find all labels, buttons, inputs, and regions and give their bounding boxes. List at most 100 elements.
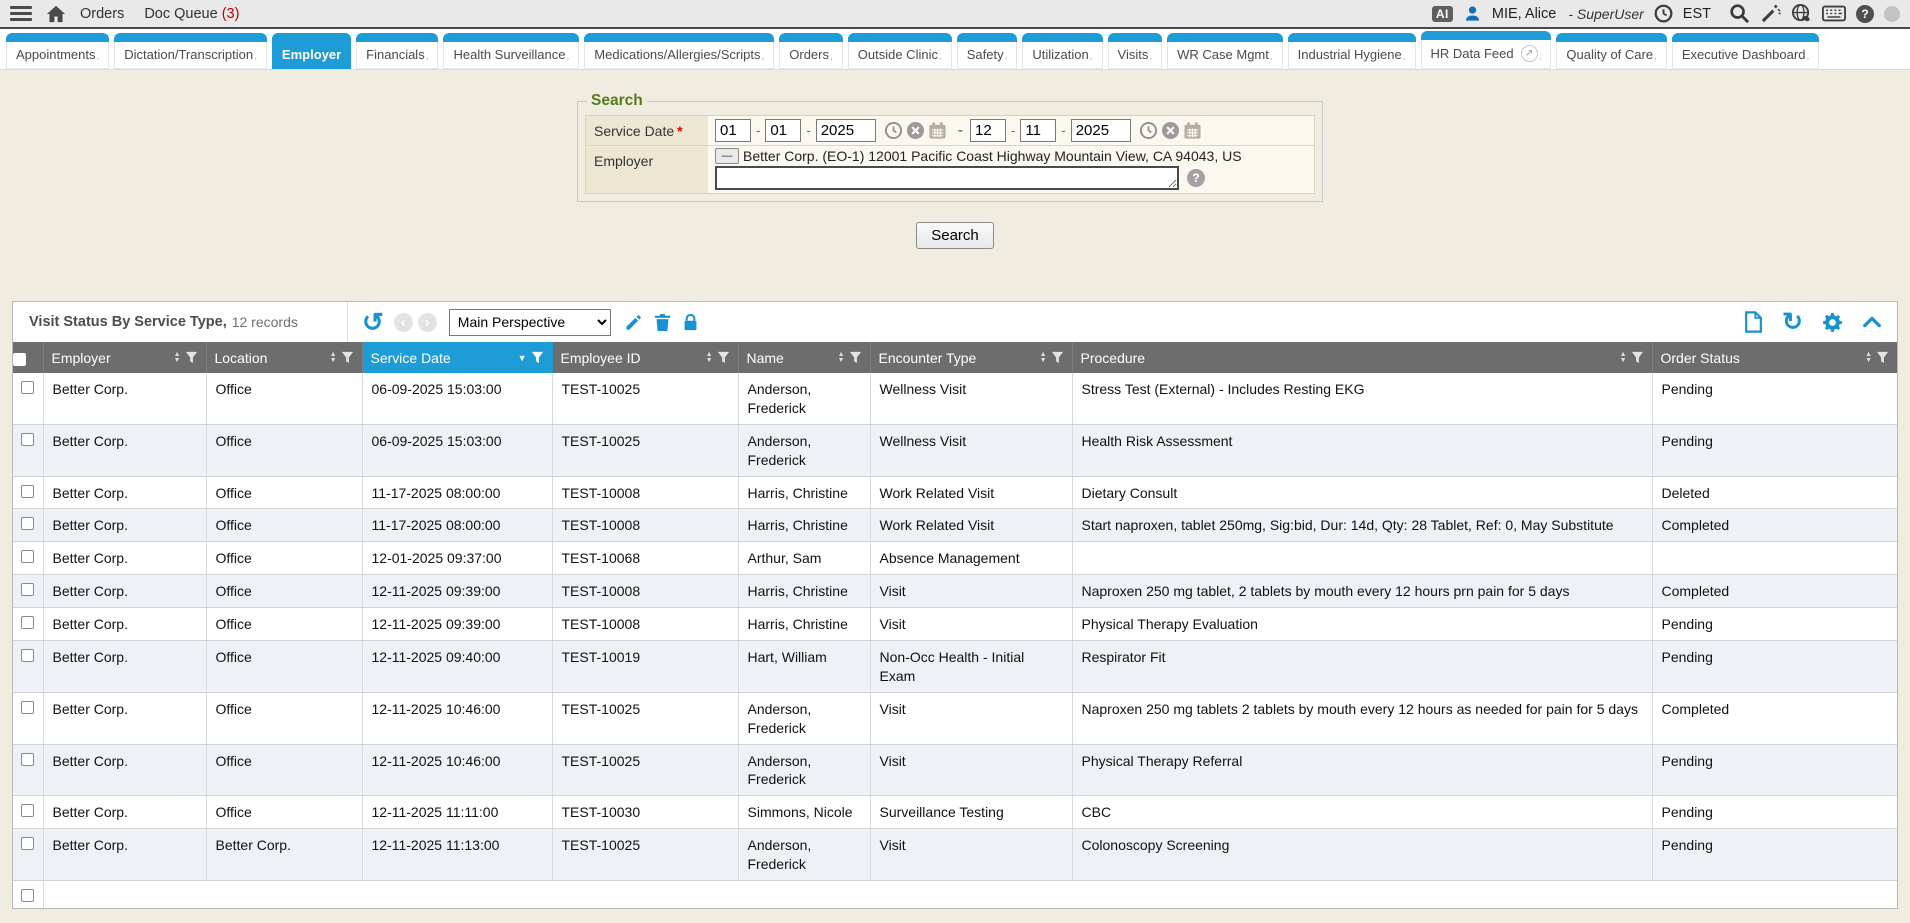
tab-outside-clinic[interactable]: Outside Clinic bbox=[848, 33, 952, 69]
help-icon[interactable]: ? bbox=[1856, 5, 1874, 23]
collapse-grid-icon[interactable] bbox=[1862, 314, 1882, 330]
tab-wr-case-mgmt[interactable]: WR Case Mgmt bbox=[1167, 33, 1283, 69]
user-name[interactable]: MIE, Alice bbox=[1492, 6, 1556, 22]
date-separator: - bbox=[755, 123, 761, 138]
edit-perspective-icon[interactable] bbox=[624, 313, 643, 332]
row-checkbox[interactable] bbox=[21, 550, 34, 563]
clear-date-icon[interactable] bbox=[1161, 121, 1180, 140]
tab-executive-dashboard[interactable]: Executive Dashboard bbox=[1672, 33, 1819, 69]
tab-accent-bar bbox=[848, 33, 952, 42]
clock-icon[interactable] bbox=[1654, 4, 1673, 23]
calendar-icon[interactable] bbox=[1183, 121, 1202, 140]
row-checkbox[interactable] bbox=[21, 433, 34, 446]
topbar-right-group: AI MIE, Alice - SuperUser EST ? bbox=[1432, 3, 1900, 24]
row-checkbox[interactable] bbox=[21, 485, 34, 498]
new-document-icon[interactable] bbox=[1744, 311, 1763, 333]
tab-accent-bar bbox=[6, 33, 109, 42]
row-checkbox[interactable] bbox=[21, 889, 34, 902]
tab-dictation-transcription[interactable]: Dictation/Transcription bbox=[114, 33, 267, 69]
tab-medications-allergies-scripts[interactable]: Medications/Allergies/Scripts bbox=[584, 33, 774, 69]
employer-selected-value[interactable]: Better Corp. (EO-1) 12001 Pacific Coast … bbox=[743, 148, 1242, 164]
tab-visits[interactable]: Visits bbox=[1108, 33, 1163, 69]
hamburger-menu-icon[interactable] bbox=[10, 6, 32, 21]
date-from-day-input[interactable] bbox=[765, 119, 801, 142]
calendar-icon[interactable] bbox=[928, 121, 947, 140]
status-circle-icon bbox=[1884, 6, 1900, 22]
settings-gear-icon[interactable] bbox=[1822, 312, 1843, 333]
undo-icon[interactable]: ↺ bbox=[362, 309, 384, 335]
date-from-year-input[interactable] bbox=[816, 119, 876, 142]
search-button[interactable]: Search bbox=[916, 222, 994, 249]
perspective-select[interactable]: Main Perspective bbox=[449, 309, 611, 336]
magic-wand-icon[interactable] bbox=[1760, 3, 1781, 24]
ai-badge[interactable]: AI bbox=[1432, 6, 1453, 22]
tab-appointments[interactable]: Appointments bbox=[6, 33, 109, 69]
home-icon[interactable] bbox=[46, 5, 66, 23]
tab-quality-of-care[interactable]: Quality of Care bbox=[1556, 33, 1666, 69]
date-from-month-input[interactable] bbox=[715, 119, 751, 142]
date-to-month-input[interactable] bbox=[970, 119, 1006, 142]
tab-health-surveillance[interactable]: Health Surveillance bbox=[443, 33, 579, 69]
results-grid: Visit Status By Service Type, 12 records… bbox=[12, 301, 1898, 909]
collapse-employer-button[interactable]: — bbox=[715, 148, 739, 164]
col-header-encounter-type[interactable]: Encounter Type▲▼ bbox=[870, 342, 1072, 373]
tab-utilization[interactable]: Utilization bbox=[1022, 33, 1102, 69]
cell-location: Office bbox=[206, 796, 362, 829]
col-header-order-status[interactable]: Order Status▲▼ bbox=[1652, 342, 1897, 373]
external-link-icon: ↗ bbox=[1521, 45, 1538, 62]
cell-encounter-type: Visit bbox=[870, 829, 1072, 881]
previous-perspective-icon[interactable]: ‹ bbox=[394, 313, 413, 332]
cell-name: Harris, Christine bbox=[738, 509, 870, 542]
row-checkbox[interactable] bbox=[21, 701, 34, 714]
tab-safety[interactable]: Safety bbox=[957, 33, 1018, 69]
col-header-procedure[interactable]: Procedure▲▼ bbox=[1072, 342, 1652, 373]
tab-hr-data-feed[interactable]: HR Data Feed↗ bbox=[1421, 31, 1552, 69]
globe-phone-icon[interactable] bbox=[1791, 3, 1812, 24]
employer-help-icon[interactable]: ? bbox=[1187, 169, 1205, 187]
cell-encounter-type: Visit bbox=[870, 744, 1072, 796]
tab-industrial-hygiene[interactable]: Industrial Hygiene bbox=[1288, 33, 1416, 69]
date-separator: - bbox=[805, 123, 811, 138]
time-picker-icon[interactable] bbox=[884, 121, 903, 140]
lock-icon[interactable] bbox=[682, 313, 699, 332]
breadcrumb-orders[interactable]: Orders bbox=[80, 6, 124, 22]
col-header-employee-id[interactable]: Employee ID▲▼ bbox=[552, 342, 738, 373]
time-picker-icon[interactable] bbox=[1139, 121, 1158, 140]
cell-location: Better Corp. bbox=[206, 829, 362, 881]
tab-employer[interactable]: Employer bbox=[272, 33, 351, 69]
tab-accent-bar bbox=[356, 33, 438, 42]
cell-encounter-type: Wellness Visit bbox=[870, 373, 1072, 424]
tab-orders[interactable]: Orders bbox=[779, 33, 843, 69]
row-checkbox[interactable] bbox=[21, 837, 34, 850]
col-header-location[interactable]: Location▲▼ bbox=[206, 342, 362, 373]
keyboard-icon[interactable] bbox=[1822, 5, 1846, 22]
delete-perspective-icon[interactable] bbox=[654, 313, 671, 332]
search-icon[interactable] bbox=[1729, 3, 1750, 24]
tab-accent-bar bbox=[114, 33, 267, 42]
row-checkbox[interactable] bbox=[21, 381, 34, 394]
cell-location: Office bbox=[206, 424, 362, 476]
row-checkbox[interactable] bbox=[21, 517, 34, 530]
user-icon[interactable] bbox=[1463, 4, 1482, 23]
clear-date-icon[interactable] bbox=[906, 121, 925, 140]
row-checkbox[interactable] bbox=[21, 583, 34, 596]
row-checkbox[interactable] bbox=[21, 804, 34, 817]
date-to-year-input[interactable] bbox=[1071, 119, 1131, 142]
row-select-cell bbox=[13, 542, 43, 575]
date-to-day-input[interactable] bbox=[1020, 119, 1056, 142]
tab-financials[interactable]: Financials bbox=[356, 33, 438, 69]
breadcrumb-doc-queue[interactable]: Doc Queue (3) bbox=[144, 6, 239, 22]
refresh-icon[interactable]: ↻ bbox=[1782, 310, 1803, 335]
row-checkbox[interactable] bbox=[21, 649, 34, 662]
filter-funnel-icon bbox=[1051, 351, 1064, 364]
col-header-employer[interactable]: Employer▲▼ bbox=[43, 342, 206, 373]
tab-label: HR Data Feed↗ bbox=[1421, 40, 1552, 69]
table-row: Better Corp.Office12-11-2025 11:11:00TES… bbox=[13, 796, 1897, 829]
select-all-checkbox[interactable] bbox=[13, 342, 43, 373]
row-checkbox[interactable] bbox=[21, 753, 34, 766]
row-checkbox[interactable] bbox=[21, 616, 34, 629]
col-header-name[interactable]: Name▲▼ bbox=[738, 342, 870, 373]
col-header-service-date[interactable]: Service Date▼ bbox=[362, 342, 552, 373]
next-perspective-icon[interactable]: › bbox=[418, 313, 437, 332]
employer-search-input[interactable] bbox=[715, 166, 1179, 190]
